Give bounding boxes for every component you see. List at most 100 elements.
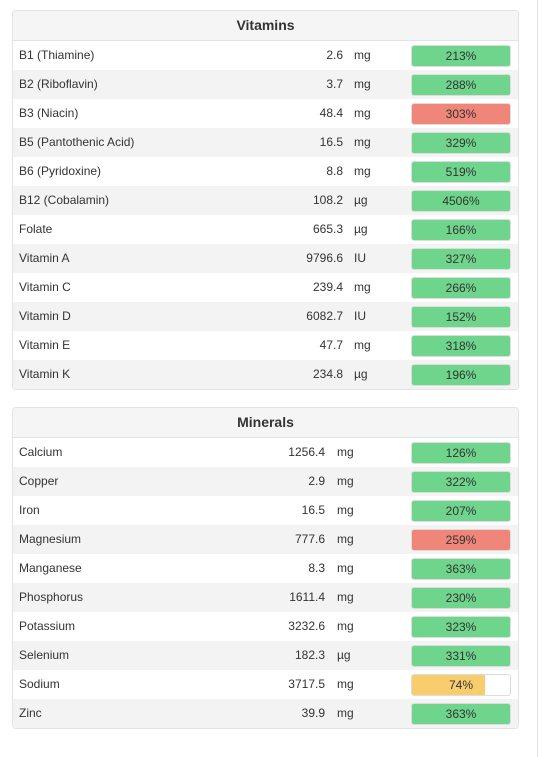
nutrient-row: Vitamin E 47.7 mg 318%: [13, 331, 518, 360]
daily-value-bar: 259%: [411, 529, 511, 551]
nutrient-row: Vitamin C 239.4 mg 266%: [13, 273, 518, 302]
nutrient-amount: 3.7: [326, 77, 343, 91]
nutrient-row: Vitamin K 234.8 µg 196%: [13, 360, 518, 389]
nutrient-amount: 47.7: [319, 338, 343, 352]
nutrient-name: Vitamin E: [19, 338, 71, 352]
nutrient-unit: mg: [337, 561, 354, 575]
daily-value-percent: 207%: [445, 504, 477, 518]
nutrient-unit: mg: [337, 706, 354, 720]
daily-value-percent: 74%: [448, 678, 474, 692]
daily-value-bar: 4506%: [411, 190, 511, 212]
daily-value-bar: 363%: [411, 558, 511, 580]
nutrient-unit: mg: [354, 48, 371, 62]
nutrient-name: B12 (Cobalamin): [19, 193, 110, 207]
nutrient-amount: 2.6: [326, 48, 343, 62]
nutrient-unit: mg: [337, 590, 354, 604]
daily-value-bar: 519%: [411, 161, 511, 183]
nutrient-unit: mg: [354, 106, 371, 120]
daily-value-percent: 230%: [445, 591, 477, 605]
daily-value-percent: 266%: [445, 281, 477, 295]
daily-value-percent: 126%: [445, 446, 477, 460]
nutrient-name: Selenium: [19, 648, 70, 662]
nutrient-name: Sodium: [19, 677, 60, 691]
daily-value-bar: 126%: [411, 442, 511, 464]
daily-value-percent: 519%: [445, 165, 477, 179]
nutrient-row: B1 (Thiamine) 2.6 mg 213%: [13, 41, 518, 70]
minerals-panel: Minerals Calcium 1256.4 mg 126% Copper 2.9 mg 3…: [12, 407, 519, 729]
nutrient-amount: 1611.4: [289, 590, 325, 604]
nutrient-unit: mg: [337, 532, 354, 546]
nutrient-row: Iron 16.5 mg 207%: [13, 496, 518, 525]
nutrient-amount: 1256.4: [288, 445, 325, 459]
daily-value-percent: 327%: [445, 252, 477, 266]
daily-value-bar: 322%: [411, 471, 511, 493]
nutrient-row: Vitamin D 6082.7 IU 152%: [13, 302, 518, 331]
daily-value-bar: 213%: [411, 45, 511, 67]
nutrient-amount: 6082.7: [306, 309, 343, 323]
daily-value-bar: 207%: [411, 500, 511, 522]
nutrient-unit: mg: [354, 280, 371, 294]
daily-value-bar: 327%: [411, 248, 511, 270]
nutrient-row: Copper 2.9 mg 322%: [13, 467, 518, 496]
daily-value-bar: 288%: [411, 74, 511, 96]
nutrient-amount: 2.9: [308, 474, 325, 488]
nutrient-name: B3 (Niacin): [19, 106, 79, 120]
nutrient-unit: µg: [354, 222, 368, 236]
nutrient-amount: 777.6: [294, 532, 325, 546]
nutrient-amount: 234.8: [312, 367, 343, 381]
nutrient-row: Folate 665.3 µg 166%: [13, 215, 518, 244]
daily-value-bar: 74%: [411, 674, 511, 696]
daily-value-bar: 323%: [411, 616, 511, 638]
daily-value-bar: 318%: [411, 335, 511, 357]
daily-value-bar: 152%: [411, 306, 511, 328]
nutrient-row: B12 (Cobalamin) 108.2 µg 4506%: [13, 186, 518, 215]
nutrient-row: Vitamin A 9796.6 IU 327%: [13, 244, 518, 273]
nutrient-name: Manganese: [19, 561, 82, 575]
daily-value-percent: 196%: [445, 368, 477, 382]
vitamins-list: B1 (Thiamine) 2.6 mg 213% B2 (Riboflavin) 3.7…: [13, 41, 518, 389]
nutrient-unit: mg: [354, 164, 371, 178]
daily-value-bar: 196%: [411, 364, 511, 386]
nutrient-unit: µg: [354, 367, 368, 381]
nutrient-row: Zinc 39.9 mg 363%: [13, 699, 518, 728]
nutrient-amount: 8.8: [326, 164, 343, 178]
daily-value-bar: 166%: [411, 219, 511, 241]
daily-value-percent: 4506%: [442, 194, 480, 208]
daily-value-bar: 230%: [411, 587, 511, 609]
nutrient-amount: 16.5: [319, 135, 343, 149]
daily-value-percent: 331%: [445, 649, 477, 663]
daily-value-bar: 266%: [411, 277, 511, 299]
daily-value-percent: 322%: [445, 475, 477, 489]
nutrient-name: Phosphorus: [19, 590, 84, 604]
nutrient-row: Selenium 182.3 µg 331%: [13, 641, 518, 670]
nutrient-name: Zinc: [19, 706, 42, 720]
daily-value-percent: 213%: [445, 49, 477, 63]
nutrient-amount: 48.4: [319, 106, 343, 120]
nutrient-unit: mg: [337, 445, 354, 459]
nutrient-name: B6 (Pyridoxine): [19, 164, 102, 178]
daily-value-percent: 166%: [445, 223, 477, 237]
nutrient-row: B6 (Pyridoxine) 8.8 mg 519%: [13, 157, 518, 186]
minerals-heading: Minerals: [13, 408, 518, 438]
nutrient-unit: mg: [354, 135, 371, 149]
daily-value-bar: 329%: [411, 132, 511, 154]
nutrient-row: Magnesium 777.6 mg 259%: [13, 525, 518, 554]
nutrient-unit: mg: [354, 77, 371, 91]
nutrient-row: B5 (Pantothenic Acid) 16.5 mg 329%: [13, 128, 518, 157]
nutrient-unit: mg: [337, 677, 354, 691]
nutrient-unit: mg: [337, 474, 354, 488]
nutrient-unit: mg: [337, 503, 354, 517]
daily-value-percent: 259%: [445, 533, 477, 547]
page-divider: [537, 0, 538, 757]
daily-value-percent: 363%: [445, 562, 477, 576]
nutrient-name: Magnesium: [19, 532, 82, 546]
nutrient-name: Vitamin C: [19, 280, 71, 294]
nutrient-amount: 9796.6: [306, 251, 343, 265]
vitamins-heading: Vitamins: [13, 11, 518, 41]
nutrient-name: Folate: [19, 222, 53, 236]
nutrient-name: Vitamin D: [19, 309, 71, 323]
nutrient-name: Vitamin A: [19, 251, 70, 265]
nutrient-row: Sodium 3717.5 mg 74%: [13, 670, 518, 699]
daily-value-percent: 288%: [445, 78, 477, 92]
nutrient-row: Manganese 8.3 mg 363%: [13, 554, 518, 583]
